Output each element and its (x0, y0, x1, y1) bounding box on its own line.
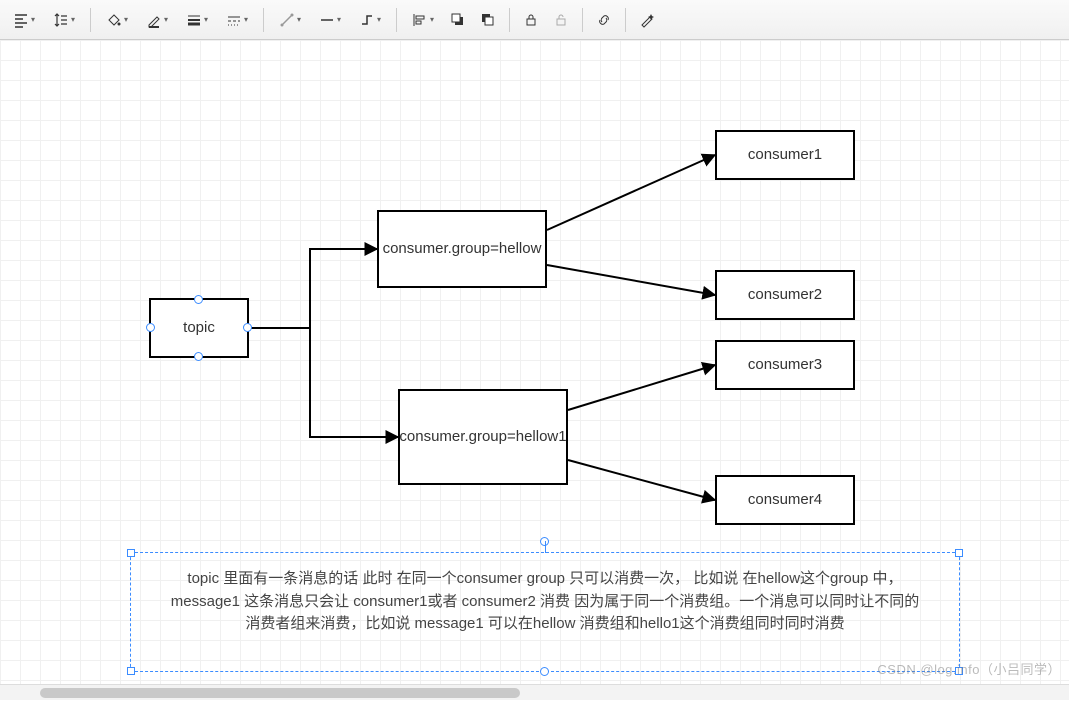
connector-elbow-icon[interactable]: ▾ (351, 6, 389, 34)
pen-icon[interactable]: ▾ (138, 6, 176, 34)
resize-handle[interactable] (146, 323, 155, 332)
node-consumer2[interactable]: consumer2 (715, 270, 855, 320)
node-consumer1[interactable]: consumer1 (715, 130, 855, 180)
line-spacing-icon[interactable]: ▾ (45, 6, 83, 34)
resize-handle[interactable] (127, 667, 135, 675)
node-label: consumer4 (748, 490, 822, 510)
node-topic[interactable]: topic (149, 298, 249, 358)
scroll-thumb[interactable] (40, 688, 520, 698)
toolbar: ▾ ▾ ▾ ▾ ▾ ▾ ▾ ▾ ▾ ▾ (0, 0, 1069, 40)
connector-straight-icon[interactable]: ▾ (311, 6, 349, 34)
horizontal-scrollbar[interactable] (0, 684, 1069, 700)
node-consumer4[interactable]: consumer4 (715, 475, 855, 525)
node-consumer-group-hellow[interactable]: consumer.group=hellow (377, 210, 547, 288)
line-weight-icon[interactable]: ▾ (178, 6, 216, 34)
lock-icon[interactable] (517, 6, 545, 34)
node-label: consumer.group=hellow1 (399, 427, 566, 447)
connector-diag-icon[interactable]: ▾ (271, 6, 309, 34)
node-label: consumer1 (748, 145, 822, 165)
watermark: CSDN @log.info（小吕同学） (877, 659, 1061, 678)
align-objects-icon[interactable]: ▾ (404, 6, 442, 34)
canvas[interactable]: topic consumer.group=hellow consumer.gro… (0, 40, 1069, 700)
fill-bucket-icon[interactable]: ▾ (98, 6, 136, 34)
rotate-stem (545, 541, 546, 553)
node-label: topic (183, 318, 215, 338)
node-consumer-group-hellow1[interactable]: consumer.group=hellow1 (398, 389, 568, 485)
node-label: consumer3 (748, 355, 822, 375)
node-label: consumer2 (748, 285, 822, 305)
link-icon[interactable] (590, 6, 618, 34)
magic-wand-icon[interactable] (633, 6, 661, 34)
resize-handle[interactable] (540, 667, 549, 676)
explanation-text[interactable]: topic 里面有一条消息的话 此时 在同一个consumer group 只可… (165, 568, 925, 636)
line-style-icon[interactable]: ▾ (218, 6, 256, 34)
send-back-icon[interactable] (474, 6, 502, 34)
resize-handle[interactable] (955, 549, 963, 557)
unlock-icon[interactable] (547, 6, 575, 34)
resize-handle[interactable] (194, 295, 203, 304)
resize-handle[interactable] (243, 323, 252, 332)
node-consumer3[interactable]: consumer3 (715, 340, 855, 390)
bring-front-icon[interactable] (444, 6, 472, 34)
resize-handle[interactable] (194, 352, 203, 361)
resize-handle[interactable] (127, 549, 135, 557)
explanation-text-content: topic 里面有一条消息的话 此时 在同一个consumer group 只可… (171, 570, 919, 632)
node-label: consumer.group=hellow (383, 239, 542, 259)
align-left-icon[interactable]: ▾ (5, 6, 43, 34)
